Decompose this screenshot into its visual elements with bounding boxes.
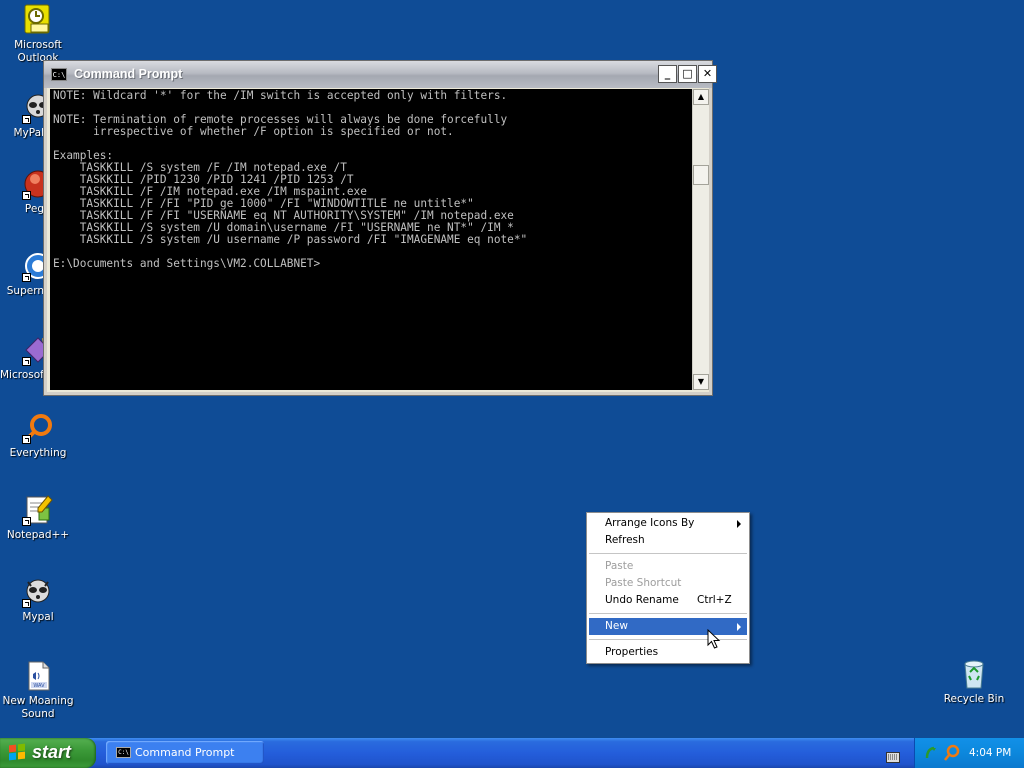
- shortcut-arrow-icon: [22, 357, 31, 366]
- command-prompt-window[interactable]: C:\ Command Prompt _ □ ✕ NOTE: Wildcard …: [44, 61, 717, 395]
- desktop-icon-recycle-bin[interactable]: Recycle Bin: [936, 658, 1012, 706]
- shortcut-arrow-icon: [22, 273, 31, 282]
- taskbar: start C:\ Command Prompt 4:04 PM: [0, 738, 1024, 768]
- desktop-icon-outlook[interactable]: Microsoft Outlook: [0, 4, 76, 65]
- menu-item-paste-shortcut: Paste Shortcut: [589, 575, 747, 592]
- desktop-icon-everything[interactable]: Everything: [0, 412, 76, 460]
- menu-item-label: Refresh: [605, 534, 645, 546]
- mouse-cursor-icon: [707, 628, 721, 654]
- menu-item-label: Arrange Icons By: [605, 517, 695, 529]
- scrollbar-thumb[interactable]: [693, 165, 709, 185]
- shortcut-arrow-icon: [22, 599, 31, 608]
- taskbar-button-label: Command Prompt: [135, 746, 235, 759]
- menu-item-label: New: [605, 620, 628, 632]
- desktop-icon-label: Peg: [24, 203, 44, 215]
- minimize-button[interactable]: _: [658, 65, 677, 83]
- console-text: NOTE: Wildcard '*' for the /IM switch is…: [53, 89, 528, 270]
- search-tray-icon[interactable]: [943, 744, 961, 766]
- scroll-up-arrow-icon[interactable]: ▲: [693, 89, 709, 105]
- everything-search-icon: [22, 412, 54, 444]
- svg-text:WAV: WAV: [33, 683, 45, 689]
- menu-item-undo-rename[interactable]: Undo Rename Ctrl+Z: [589, 592, 747, 609]
- clock[interactable]: 4:04 PM: [969, 738, 1011, 768]
- desktop-icon-notepad-plus-plus[interactable]: Notepad++: [0, 494, 76, 542]
- submenu-arrow-icon: [737, 520, 741, 528]
- desktop-icon-mypal-2[interactable]: Mypal: [0, 576, 76, 624]
- menu-item-label: Paste: [605, 560, 634, 572]
- mypal-raccoon-icon: [22, 576, 54, 608]
- desktop-icon-mypal[interactable]: MyPal: [0, 92, 44, 140]
- console-app-icon: C:\: [51, 68, 67, 81]
- console-app-icon: C:\: [116, 747, 131, 758]
- menu-separator: [589, 613, 747, 614]
- desktop-icon-label: Mypal: [22, 611, 54, 623]
- window-titlebar[interactable]: C:\ Command Prompt _ □ ✕: [44, 61, 717, 88]
- menu-separator: [589, 639, 747, 640]
- windows-flag-icon: [9, 743, 26, 761]
- desktop-icon-label: Everything: [9, 447, 67, 459]
- desktop-icon-label: New Moaning Sound: [2, 695, 74, 720]
- start-label: start: [32, 742, 72, 762]
- outlook-icon: [22, 4, 54, 36]
- shortcut-arrow-icon: [22, 517, 31, 526]
- close-button[interactable]: ✕: [698, 65, 717, 83]
- desktop-icon-label: Recycle Bin: [943, 693, 1005, 705]
- visual-studio-icon: [22, 334, 44, 366]
- network-tray-icon[interactable]: [924, 745, 940, 765]
- desktop-icon-label: Microsoft Studio 2: [0, 369, 44, 381]
- desktop-icon-visual-studio[interactable]: Microsoft Studio 2: [0, 334, 44, 382]
- menu-item-arrange-icons-by[interactable]: Arrange Icons By: [589, 515, 747, 532]
- shortcut-arrow-icon: [22, 191, 31, 200]
- console-output[interactable]: NOTE: Wildcard '*' for the /IM switch is…: [50, 89, 692, 390]
- start-button[interactable]: start: [0, 738, 96, 768]
- mypal-icon: [22, 92, 44, 124]
- desktop-icon-label: Notepad++: [6, 529, 70, 541]
- desktop-icon-wav-file[interactable]: WAV New Moaning Sound: [0, 660, 76, 721]
- desktop-icon-supernova[interactable]: Supern: [0, 250, 44, 298]
- menu-item-label: Paste Shortcut: [605, 577, 682, 589]
- desktop-icon-label: MyPal: [13, 127, 45, 139]
- menu-item-shortcut: Ctrl+Z: [697, 594, 732, 606]
- menu-item-properties[interactable]: Properties: [589, 644, 747, 661]
- pegasus-icon: [22, 168, 44, 200]
- taskbar-button-command-prompt[interactable]: C:\ Command Prompt: [106, 741, 264, 764]
- menu-item-label: Undo Rename: [605, 594, 679, 606]
- scroll-down-arrow-icon[interactable]: ▼: [693, 374, 709, 390]
- vertical-scrollbar[interactable]: ▲ ▼: [692, 89, 709, 390]
- menu-item-refresh[interactable]: Refresh: [589, 532, 747, 549]
- wav-file-icon: WAV: [22, 660, 54, 692]
- maximize-button[interactable]: □: [678, 65, 697, 83]
- shortcut-arrow-icon: [22, 115, 31, 124]
- menu-item-paste: Paste: [589, 558, 747, 575]
- window-title: Command Prompt: [74, 67, 183, 81]
- submenu-arrow-icon: [737, 623, 741, 631]
- menu-item-label: Properties: [605, 646, 659, 658]
- recycle-bin-icon: [958, 658, 990, 690]
- menu-item-new[interactable]: New: [589, 618, 747, 635]
- supernova-icon: [22, 250, 44, 282]
- menu-separator: [589, 553, 747, 554]
- shortcut-arrow-icon: [22, 435, 31, 444]
- desktop-context-menu: Arrange Icons By Refresh Paste Paste Sho…: [586, 512, 750, 664]
- desktop-icon-label: Supern: [6, 285, 44, 297]
- keyboard-icon[interactable]: [886, 748, 900, 763]
- desktop-icon-pegasus[interactable]: Peg: [0, 168, 44, 216]
- system-tray: 4:04 PM: [914, 738, 1024, 768]
- notepad-plus-plus-icon: [22, 494, 54, 526]
